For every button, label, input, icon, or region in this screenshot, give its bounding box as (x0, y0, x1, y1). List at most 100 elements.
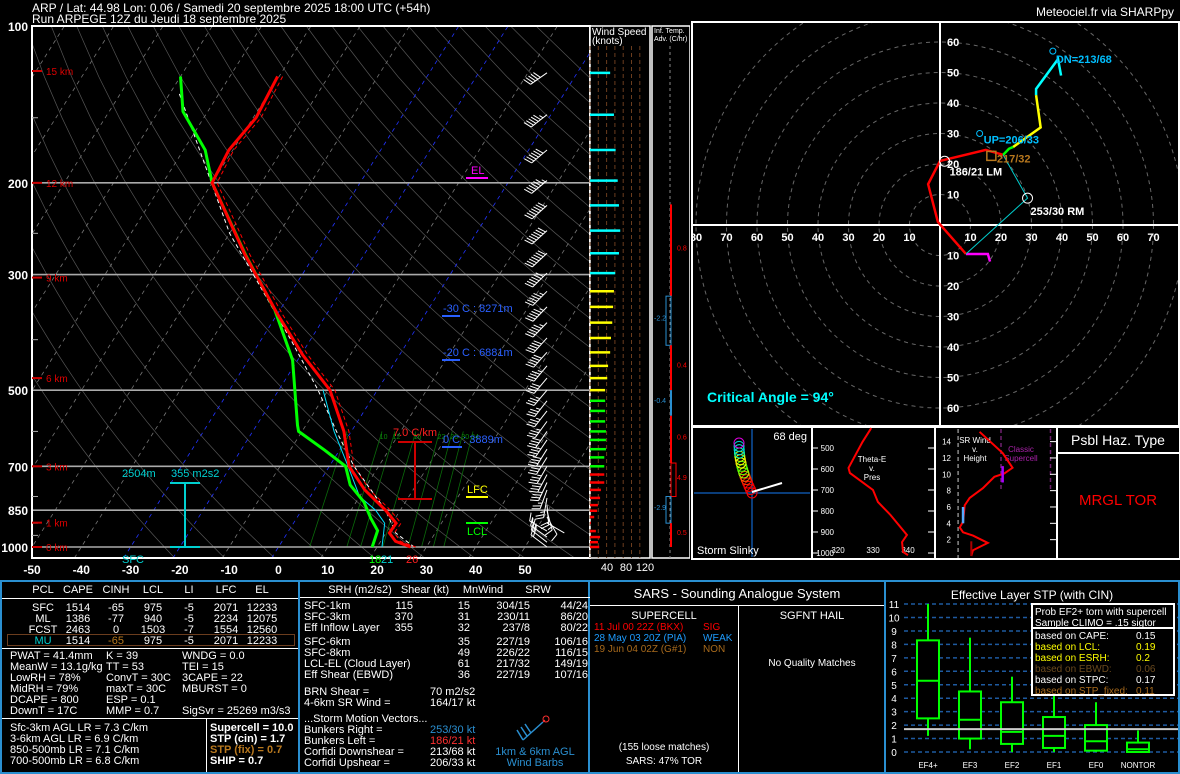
thetae-xtick: 330 (866, 546, 880, 555)
prob-label: based on STPC: (1035, 675, 1108, 686)
divider (590, 605, 884, 606)
stp-ytick: 0 (891, 748, 897, 759)
srwind-ytick: 4 (947, 519, 952, 528)
srwind-ytick: 2 (947, 536, 952, 545)
kinematics-cell: 80/22 (560, 622, 588, 634)
stp-ytick: 2 (891, 721, 897, 732)
sars-match-date: 19 Jun 04 02Z (G#1) (594, 644, 687, 655)
hodo-ring-label: 50 (947, 373, 959, 385)
index-value: DownT = 17C (10, 705, 78, 717)
hodo-ring-label: 40 (947, 342, 959, 354)
stp-panel: Effective Layer STP (with CIN) 0 1 2 3 4 5 6 7 8 9… (888, 588, 1178, 770)
sars-tor-prob: SARS: 47% TOR (625, 756, 703, 767)
divider (2, 718, 298, 719)
srwind-ytick: 12 (942, 454, 951, 463)
sars-panel: SARS - Sounding Analogue System SUPERCELL… (590, 582, 886, 772)
stp-ytick: 6 (891, 667, 897, 678)
composite-index: SHIP = 0.7 (210, 755, 264, 767)
kinematics-panel: SRH (m2/s2) Shear (kt) MnWind SRW SFC-1km 115… (298, 582, 590, 772)
srwind-profile (958, 431, 1014, 557)
prob-title: Sample CLIMO = .15 sigtor (1035, 618, 1157, 629)
slinky-title: Storm Slinky (697, 545, 759, 557)
stp-ytick: 5 (891, 681, 897, 692)
stp-box (958, 690, 982, 740)
hodo-ring-label: 60 (947, 37, 959, 49)
hodo-ring-label: 20 (995, 232, 1007, 244)
lapse-rate: 700-500mb LR = 6.8 C/km (10, 755, 140, 767)
prob-value: 0.15 (1136, 631, 1156, 642)
hodo-ring-label: 50 (1086, 232, 1098, 244)
stp-ytick: 1 (891, 735, 897, 746)
srwind-title: Height (963, 454, 987, 463)
slinky-tilt-line (751, 482, 783, 493)
hodo-ring-label: 30 (1025, 232, 1037, 244)
hodo-ring-label: 50 (781, 232, 793, 244)
downshear-label: DN=213/68 (1056, 54, 1112, 66)
hodo-ring-label: 30 (947, 129, 959, 141)
hodo-ring-label: 60 (947, 403, 959, 415)
srwind-ytick: 10 (942, 470, 951, 479)
hazard-title: Psbl Haz. Type (1071, 432, 1165, 448)
stp-box (1126, 741, 1150, 754)
stp-ytick: 9 (891, 627, 897, 638)
mean-wind-label: 217/32 (997, 153, 1031, 165)
barb-legend: Wind Barbs (506, 757, 564, 769)
hodo-trace (965, 252, 992, 262)
critical-angle: Critical Angle = 94° (707, 389, 834, 405)
divider (738, 605, 739, 772)
hodo-ring-label: 10 (947, 190, 959, 202)
stp-box (1000, 701, 1024, 745)
bottom-panel: PCL CAPE CINH LCL LI LFC EL SFC 1514 -65 975 -5 2071… (0, 580, 1180, 774)
kinematics-header: SRW (525, 584, 551, 596)
stp-ytick: 4 (891, 694, 897, 705)
divider (2, 648, 298, 649)
stp-category: EF4+ (918, 761, 938, 770)
srwind-ytick: 14 (942, 438, 951, 447)
upshear-marker (976, 130, 984, 137)
prob-value: 0.06 (1136, 664, 1156, 675)
srwind-ytick: 8 (947, 487, 952, 496)
smv-label: Corfidi Upshear = (304, 757, 390, 769)
barb-6km (516, 721, 544, 741)
stp-title: Effective Layer STP (with CIN) (951, 588, 1113, 602)
hodo-ring-label: 60 (1117, 232, 1129, 244)
stp-category: NONTOR (1121, 761, 1156, 770)
sars-hail-result: No Quality Matches (768, 658, 856, 669)
stp-ytick: 10 (888, 614, 900, 625)
kinematics-cell: Eff Shear (EBWD) (304, 669, 394, 681)
kinematics-cell: 32 (457, 622, 470, 634)
divider (2, 598, 298, 599)
kinematics-cell: 36 (457, 669, 470, 681)
thetae-ytick: 500 (821, 444, 835, 453)
sr46-label: 4-6km SR Wind = (304, 697, 391, 709)
wind-barb-icon (516, 715, 550, 741)
thetae-title: v. (869, 464, 875, 473)
stp-category: EF3 (963, 761, 978, 770)
sars-title: SARS - Sounding Analogue System (633, 586, 841, 601)
stp-ytick: 11 (889, 600, 900, 611)
thetae-ytick: 900 (821, 528, 835, 537)
prob-value: 0.2 (1136, 653, 1150, 664)
prob-value: 0.17 (1136, 675, 1156, 686)
barb-origin (542, 715, 550, 723)
rm-label: 253/30 RM (1031, 206, 1085, 218)
prob-label: based on CAPE: (1035, 631, 1109, 642)
srwind-ytick: 6 (947, 503, 952, 512)
thetae-ytick: 700 (821, 486, 835, 495)
kinematics-cell: 237/8 (502, 622, 530, 634)
hodo-ring-label: 20 (947, 281, 959, 293)
hodo-ring-label: 60 (751, 232, 763, 244)
kinematics-cell: 227/19 (496, 669, 530, 681)
stp-category: EF1 (1047, 761, 1062, 770)
kinematics-cell: Eff Inflow Layer (304, 622, 380, 634)
kinematics-cell: 355 (394, 622, 413, 634)
slinky-angle: 68 deg (773, 431, 807, 443)
hodo-ring-label: 30 (842, 232, 854, 244)
index-value: SigSvr = 25269 m3/s3 (182, 705, 291, 717)
stp-ytick: 3 (891, 708, 897, 719)
lm-label: 186/21 LM (950, 166, 1003, 178)
hodo-ring-label: 10 (947, 251, 959, 263)
stp-ytick: 8 (891, 640, 897, 651)
hodo-ring-label: 30 (947, 312, 959, 324)
hodo-ring-label: 70 (720, 232, 732, 244)
